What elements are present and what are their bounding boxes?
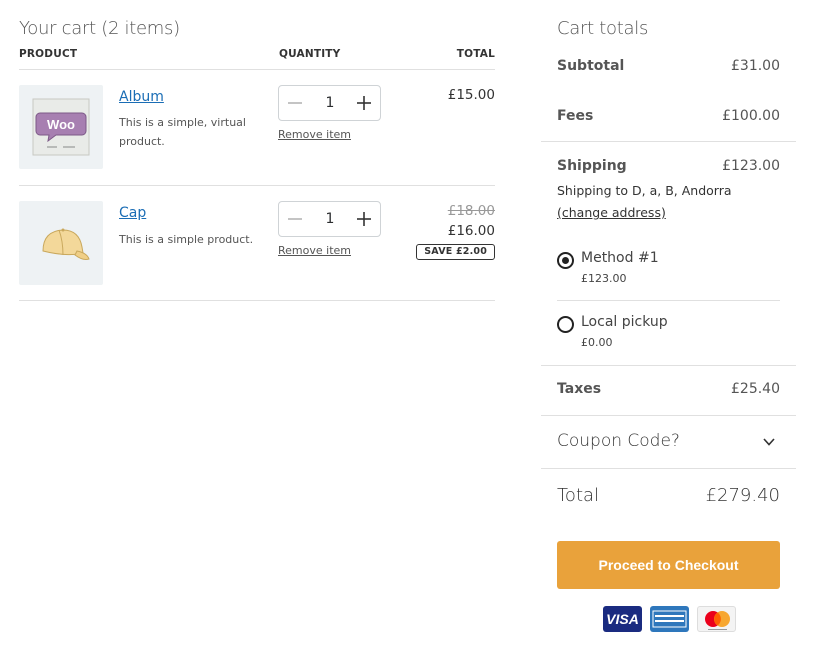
order-total-line: Total £279.40 xyxy=(557,485,780,511)
shipping-option-label: Method #1 xyxy=(581,250,659,266)
taxes-line: Taxes £25.40 xyxy=(557,381,780,401)
change-address-link[interactable]: (change address) xyxy=(557,205,666,220)
radio-unselected-icon[interactable] xyxy=(557,316,574,333)
product-name-cap[interactable]: Cap xyxy=(119,205,146,221)
divider xyxy=(557,300,780,301)
product-thumbnail-album[interactable]: Woo xyxy=(19,85,103,169)
quantity-stepper: 1 xyxy=(278,85,381,121)
decrease-quantity-button[interactable] xyxy=(279,202,311,236)
subtotal-line: Subtotal £31.00 xyxy=(557,58,780,78)
decrease-quantity-button[interactable] xyxy=(279,86,311,120)
remove-item-link[interactable]: Remove item xyxy=(278,128,351,141)
coupon-label: Coupon Code? xyxy=(557,431,680,451)
total-value: £279.40 xyxy=(705,485,780,506)
item-total: £16.00 xyxy=(447,223,495,239)
taxes-value: £25.40 xyxy=(731,381,780,397)
coupon-toggle[interactable]: Coupon Code? xyxy=(557,431,780,455)
quantity-input[interactable]: 1 xyxy=(311,202,349,236)
visa-icon: VISA xyxy=(603,606,642,632)
product-name-album[interactable]: Album xyxy=(119,89,164,105)
divider xyxy=(541,415,796,416)
chevron-down-icon xyxy=(763,438,775,446)
shipping-option-price: £0.00 xyxy=(581,336,613,349)
product-thumbnail-cap[interactable] xyxy=(19,201,103,285)
subtotal-label: Subtotal xyxy=(557,58,625,74)
item-total: £15.00 xyxy=(447,87,495,103)
increase-quantity-button[interactable] xyxy=(348,86,380,120)
quantity-input[interactable]: 1 xyxy=(311,86,349,120)
shipping-option-label: Local pickup xyxy=(581,314,668,330)
save-badge: SAVE £2.00 xyxy=(416,244,495,260)
album-image-icon: Woo xyxy=(32,98,90,156)
shipping-option-local-pickup[interactable]: Local pickup £0.00 xyxy=(557,314,780,352)
shipping-option-method-1[interactable]: Method #1 £123.00 xyxy=(557,250,780,288)
payment-methods: VISA xyxy=(603,606,736,632)
column-header-quantity: QUANTITY xyxy=(279,48,341,60)
proceed-to-checkout-button[interactable]: Proceed to Checkout xyxy=(557,541,780,589)
increase-quantity-button[interactable] xyxy=(348,202,380,236)
taxes-label: Taxes xyxy=(557,381,602,397)
cart-title: Your cart (2 items) xyxy=(19,18,180,39)
fees-label: Fees xyxy=(557,108,594,124)
divider xyxy=(541,141,796,142)
amex-icon xyxy=(650,606,689,632)
shipping-value: £123.00 xyxy=(722,158,780,174)
column-header-total: TOTAL xyxy=(456,48,495,60)
total-label: Total xyxy=(557,485,600,506)
cap-image-icon xyxy=(42,228,90,260)
shipping-line: Shipping £123.00 xyxy=(557,158,780,178)
product-description: This is a simple, virtual product. xyxy=(119,116,246,148)
shipping-label: Shipping xyxy=(557,158,627,174)
subtotal-value: £31.00 xyxy=(731,58,780,74)
mastercard-icon xyxy=(697,606,736,632)
fees-line: Fees £100.00 xyxy=(557,108,780,128)
plus-icon xyxy=(357,212,371,226)
cart-item-row: Woo Album This is a simple, virtual prod… xyxy=(19,85,495,185)
divider xyxy=(19,69,495,70)
item-regular-price: £18.00 xyxy=(447,203,495,219)
divider xyxy=(541,468,796,469)
cart-totals-title: Cart totals xyxy=(557,18,649,39)
divider xyxy=(541,365,796,366)
column-header-product: PRODUCT xyxy=(19,48,78,60)
fees-value: £100.00 xyxy=(722,108,780,124)
shipping-destination: Shipping to D, a, B, Andorra xyxy=(557,183,732,198)
minus-icon xyxy=(288,218,302,220)
svg-text:Woo: Woo xyxy=(47,117,75,132)
radio-selected-icon[interactable] xyxy=(557,252,574,269)
cart-item-row: Cap This is a simple product. 1 Remove i… xyxy=(19,201,495,301)
remove-item-link[interactable]: Remove item xyxy=(278,244,351,257)
divider xyxy=(19,185,495,186)
plus-icon xyxy=(357,96,371,110)
divider xyxy=(19,300,495,301)
shipping-option-price: £123.00 xyxy=(581,272,627,285)
quantity-stepper: 1 xyxy=(278,201,381,237)
product-description: This is a simple product. xyxy=(119,233,254,246)
minus-icon xyxy=(288,102,302,104)
